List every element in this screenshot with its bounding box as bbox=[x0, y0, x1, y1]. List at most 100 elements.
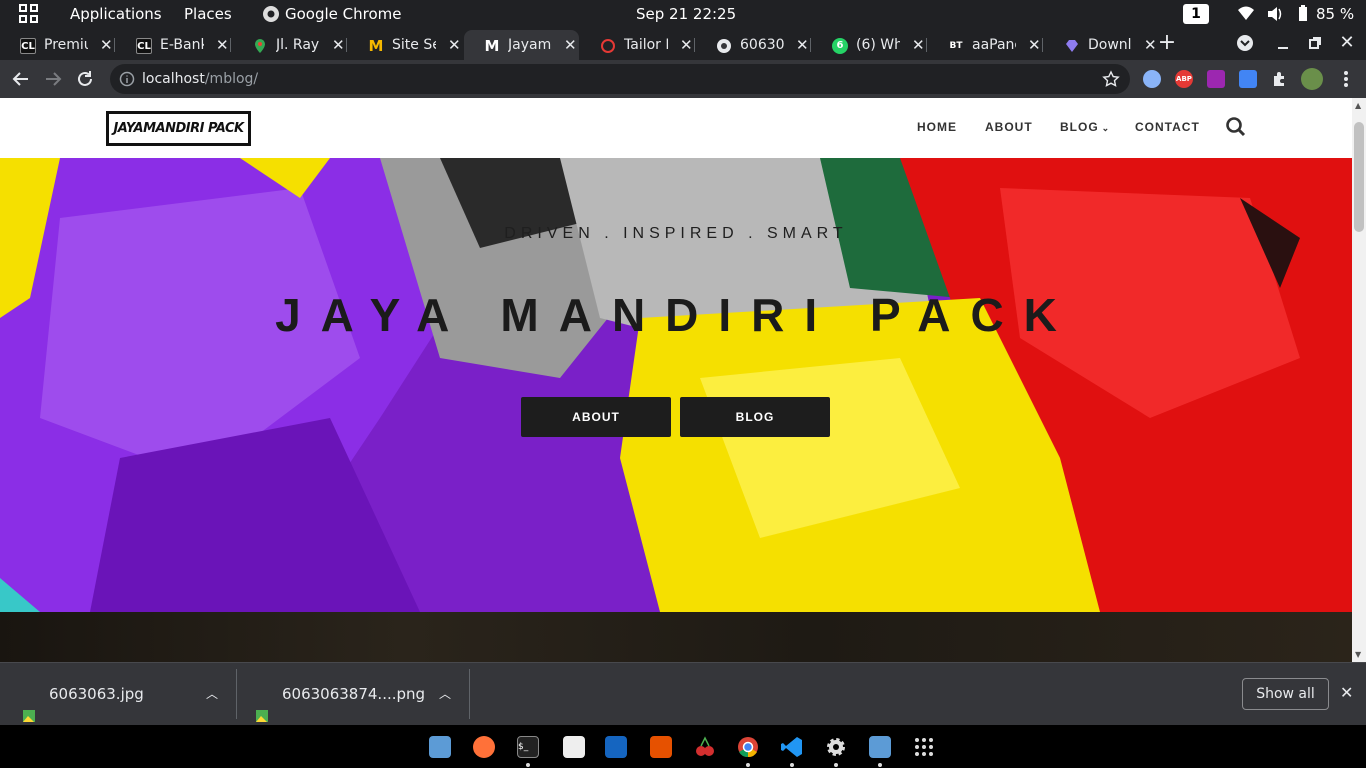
reload-icon[interactable] bbox=[72, 66, 98, 92]
tab-606306[interactable]: 60630 ✕ bbox=[696, 30, 811, 60]
close-tab-icon[interactable]: ✕ bbox=[332, 30, 345, 60]
workspace-indicator[interactable]: 1 bbox=[1183, 4, 1209, 24]
download-item[interactable]: 6063063.jpg ︿ bbox=[22, 663, 232, 725]
forward-icon[interactable] bbox=[40, 66, 66, 92]
browser-toolbar: localhost/mblog/ ABP bbox=[0, 60, 1366, 98]
close-tab-icon[interactable]: ✕ bbox=[1028, 30, 1041, 60]
site-header: JAYAMANDIRI PACK HOME ABOUT BLOG ⌄ CONTAC… bbox=[0, 98, 1352, 158]
tab-whatsapp[interactable]: 6 (6) Wh ✕ bbox=[812, 30, 927, 60]
close-tab-icon[interactable]: ✕ bbox=[796, 30, 809, 60]
tab-title: Jl. Raya bbox=[276, 37, 320, 53]
back-icon[interactable] bbox=[8, 66, 34, 92]
file-manager-icon[interactable] bbox=[869, 736, 891, 758]
address-bar[interactable]: localhost/mblog/ bbox=[110, 64, 1130, 94]
tab-search-icon[interactable] bbox=[1232, 30, 1258, 56]
dock: $_ bbox=[0, 725, 1366, 768]
hero-about-button[interactable]: ABOUT bbox=[521, 397, 671, 437]
tab-strip: CL Premium ✕ CL E-Bank ✕ Jl. Raya ✕ M Si… bbox=[0, 28, 1366, 60]
tailor-favicon-icon bbox=[600, 38, 616, 54]
restore-icon[interactable] bbox=[1302, 30, 1328, 56]
close-tab-icon[interactable]: ✕ bbox=[448, 30, 461, 60]
tab-maps[interactable]: Jl. Raya ✕ bbox=[232, 30, 347, 60]
close-tab-icon[interactable]: ✕ bbox=[680, 30, 693, 60]
nav-blog[interactable]: BLOG ⌄ bbox=[1060, 120, 1110, 134]
tab-download[interactable]: Downl ✕ bbox=[1044, 30, 1159, 60]
cl-favicon-icon: CL bbox=[136, 38, 152, 54]
whatsapp-icon: 6 bbox=[832, 38, 848, 54]
cherrytree-icon[interactable] bbox=[694, 736, 716, 758]
m-favicon-icon: M bbox=[484, 37, 500, 55]
site-logo[interactable]: JAYAMANDIRI PACK bbox=[106, 111, 251, 146]
places-menu[interactable]: Places bbox=[184, 0, 232, 28]
chevron-up-icon[interactable]: ︿ bbox=[206, 663, 218, 725]
close-tab-icon[interactable]: ✕ bbox=[564, 30, 577, 60]
vscode-icon[interactable] bbox=[781, 736, 803, 758]
close-downloads-icon[interactable]: ✕ bbox=[1340, 683, 1353, 702]
download-item[interactable]: 6063063874....png ︿ bbox=[255, 663, 465, 725]
globe-favicon-icon bbox=[716, 38, 732, 54]
text-editor-icon[interactable] bbox=[563, 736, 585, 758]
activities-grid-icon[interactable] bbox=[18, 0, 40, 28]
terminal-icon[interactable]: $_ bbox=[517, 736, 539, 758]
chrome-dock-icon[interactable] bbox=[737, 736, 759, 758]
scroll-down-icon[interactable]: ▼ bbox=[1355, 650, 1361, 659]
chevron-down-icon: ⌄ bbox=[1101, 123, 1111, 133]
system-top-bar: Applications Places Google Chrome Sep 21… bbox=[0, 0, 1366, 28]
extensions-puzzle-icon[interactable] bbox=[1271, 70, 1289, 88]
close-window-icon[interactable]: ✕ bbox=[1334, 30, 1360, 56]
bookmark-star-icon[interactable] bbox=[1102, 70, 1120, 92]
nav-home[interactable]: HOME bbox=[917, 120, 957, 134]
files-icon[interactable] bbox=[429, 736, 451, 758]
search-icon[interactable] bbox=[1225, 116, 1247, 142]
burpsuite-icon[interactable] bbox=[650, 736, 672, 758]
scrollbar-thumb[interactable] bbox=[1354, 122, 1364, 232]
volume-icon[interactable] bbox=[1266, 0, 1284, 28]
new-tab-icon[interactable]: + bbox=[1154, 30, 1180, 56]
scroll-up-icon[interactable]: ▲ bbox=[1355, 101, 1361, 110]
extension-circle-icon[interactable] bbox=[1143, 70, 1161, 88]
applications-menu[interactable]: Applications bbox=[70, 0, 162, 28]
hero-blog-button[interactable]: BLOG bbox=[680, 397, 830, 437]
profile-avatar[interactable] bbox=[1301, 68, 1323, 90]
tab-jayamandiri-active[interactable]: M Jayama ✕ bbox=[464, 30, 579, 60]
hero-tagline: DRIVEN . INSPIRED . SMART bbox=[504, 225, 848, 242]
tab-aapanel[interactable]: BT aaPane ✕ bbox=[928, 30, 1043, 60]
url-text[interactable]: localhost/mblog/ bbox=[142, 64, 258, 94]
close-tab-icon[interactable]: ✕ bbox=[216, 30, 229, 60]
tab-title: Jayama bbox=[508, 37, 552, 53]
close-tab-icon[interactable]: ✕ bbox=[912, 30, 925, 60]
settings-gear-icon[interactable] bbox=[825, 736, 847, 758]
hero-section: DRIVEN . INSPIRED . SMART JAYA MANDIRI P… bbox=[0, 158, 1352, 612]
info-icon[interactable] bbox=[119, 71, 135, 91]
page-scrollbar[interactable]: ▲ ▼ bbox=[1352, 98, 1366, 662]
tab-title: aaPane bbox=[972, 37, 1016, 53]
adblock-plus-icon[interactable]: ABP bbox=[1175, 70, 1193, 88]
tab-premium[interactable]: CL Premium ✕ bbox=[0, 30, 115, 60]
nav-contact[interactable]: CONTACT bbox=[1135, 120, 1200, 134]
show-all-downloads-button[interactable]: Show all bbox=[1242, 678, 1329, 710]
nav-about[interactable]: ABOUT bbox=[985, 120, 1033, 134]
firefox-icon[interactable] bbox=[473, 736, 495, 758]
hero-content: DRIVEN . INSPIRED . SMART JAYA MANDIRI P… bbox=[0, 158, 1352, 612]
extension-purple-icon[interactable] bbox=[1207, 70, 1225, 88]
battery-icon[interactable] bbox=[1297, 0, 1309, 28]
hero-title: JAYA MANDIRI PACK bbox=[275, 289, 1077, 341]
chevron-up-icon[interactable]: ︿ bbox=[439, 663, 451, 725]
tab-title: E-Bank bbox=[160, 37, 204, 53]
tab-e-bank[interactable]: CL E-Bank ✕ bbox=[116, 30, 231, 60]
tab-title: Premium bbox=[44, 37, 88, 53]
tab-site-settings[interactable]: M Site Set ✕ bbox=[348, 30, 463, 60]
download-filename: 6063063874....png bbox=[282, 685, 426, 703]
metasploit-icon[interactable] bbox=[605, 736, 627, 758]
clock[interactable]: Sep 21 22:25 bbox=[636, 0, 736, 28]
active-app-name[interactable]: Google Chrome bbox=[285, 0, 402, 28]
tab-title: Site Set bbox=[392, 37, 436, 53]
browser-menu-icon[interactable] bbox=[1333, 66, 1359, 92]
close-tab-icon[interactable]: ✕ bbox=[100, 30, 113, 60]
tab-tailor[interactable]: Tailor E ✕ bbox=[580, 30, 695, 60]
wifi-icon[interactable] bbox=[1237, 0, 1255, 28]
tab-title: Tailor E bbox=[624, 37, 668, 53]
app-grid-icon[interactable] bbox=[913, 736, 935, 758]
minimize-icon[interactable] bbox=[1270, 30, 1296, 56]
google-translate-icon[interactable] bbox=[1239, 70, 1257, 88]
